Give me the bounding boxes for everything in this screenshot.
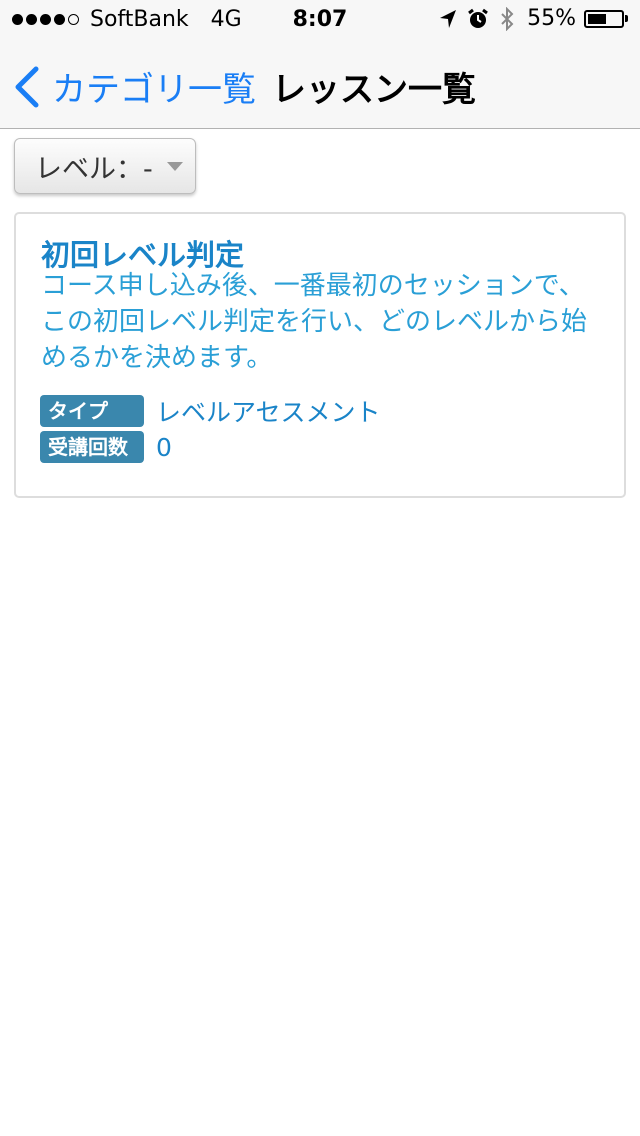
battery-fill <box>588 13 606 24</box>
lesson-type-row: タイプ レベルアセスメント <box>40 393 381 429</box>
level-filter-dropdown[interactable]: レベル：- <box>14 138 196 194</box>
battery-icon <box>584 9 624 28</box>
battery-tip <box>625 15 628 22</box>
type-label-badge: タイプ <box>40 395 144 427</box>
navigation-bar: カテゴリ一覧 レッスン一覧 <box>0 40 640 129</box>
alarm-clock-icon <box>468 8 488 28</box>
chevron-left-icon <box>15 66 39 107</box>
status-right: 55% <box>429 6 628 31</box>
status-bar: SoftBank 4G 8:07 55% <box>0 0 640 40</box>
page-title: レッスン一覧 <box>272 70 476 110</box>
type-value: レベルアセスメント <box>156 398 381 427</box>
lesson-description: コース申し込み後、一番最初のセッションで、この初回レベル判定を行い、どのレベルか… <box>41 271 588 373</box>
location-arrow-icon <box>440 9 457 28</box>
lesson-count-row: 受講回数 0 <box>40 431 172 463</box>
count-value: 0 <box>156 432 172 462</box>
caret-down-icon <box>166 161 183 171</box>
count-label-badge: 受講回数 <box>40 431 144 463</box>
bluetooth-icon <box>501 6 514 31</box>
lesson-card[interactable]: 初回レベル判定 コース申し込み後、一番最初のセッションで、この初回レベル判定を行… <box>14 212 626 498</box>
battery-percent: 55% <box>527 6 576 31</box>
back-button[interactable]: カテゴリ一覧 <box>14 62 256 111</box>
level-filter-label: レベル：- <box>35 153 153 185</box>
back-button-label: カテゴリ一覧 <box>52 70 256 110</box>
